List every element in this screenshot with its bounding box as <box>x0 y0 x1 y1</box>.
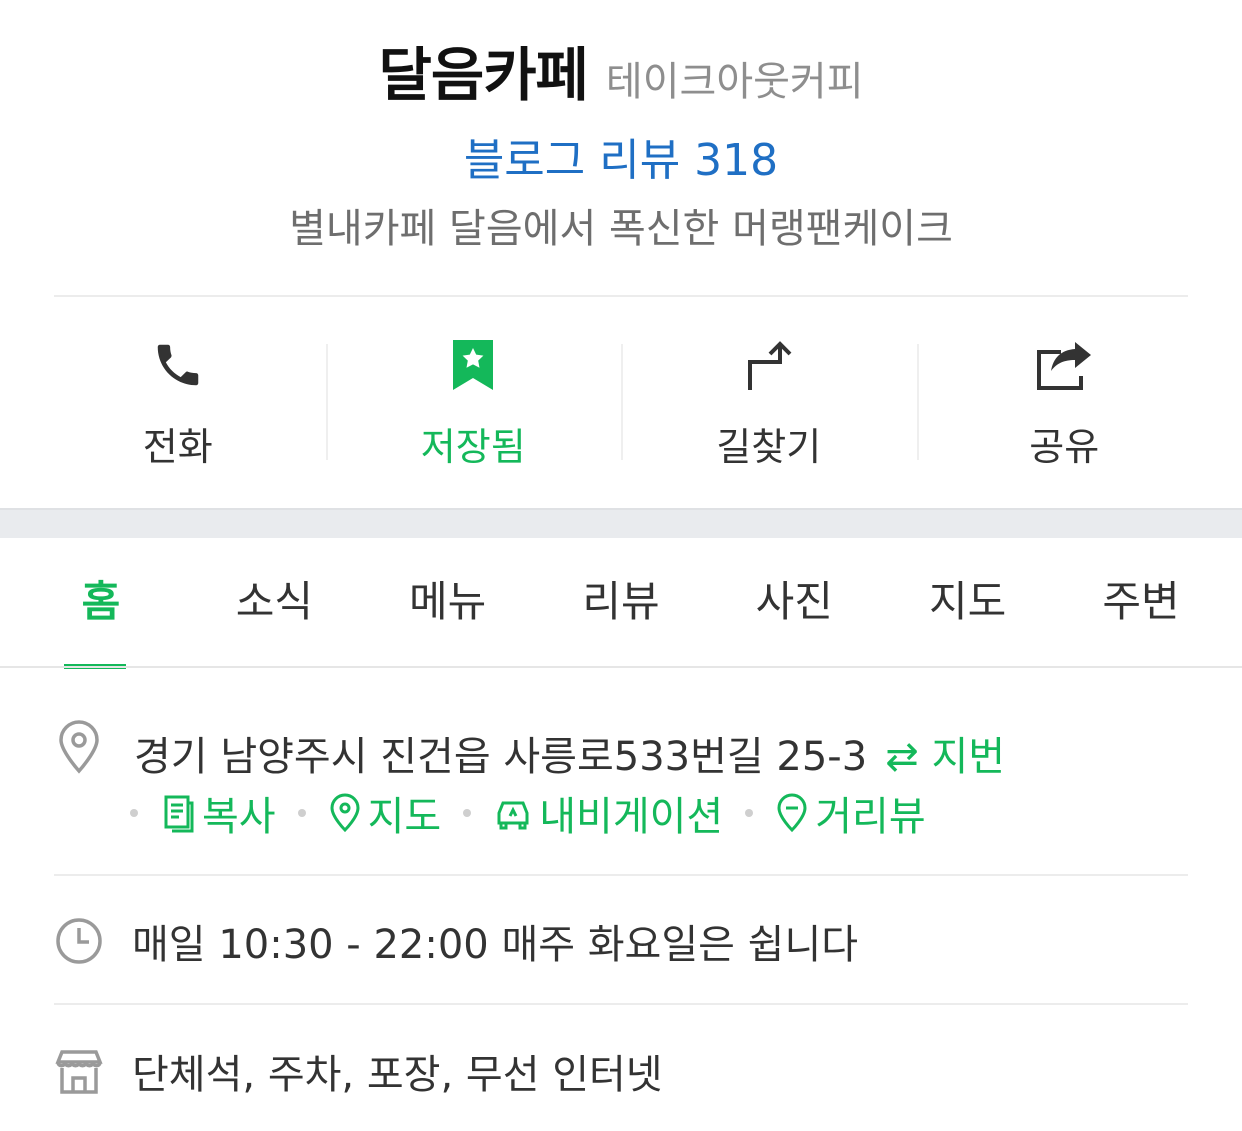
street-view-icon <box>777 793 807 833</box>
lot-address-toggle[interactable]: ⇄ 지번 <box>885 734 1005 780</box>
tab-menu[interactable]: 메뉴 <box>393 536 503 668</box>
separator-dot <box>130 809 138 817</box>
divider <box>54 1003 1188 1005</box>
car-icon <box>497 801 529 830</box>
hours-row: 매일 10:30 - 22:00 매주 화요일은 쉽니다 <box>54 912 858 970</box>
copy-icon <box>164 795 194 833</box>
section-separator <box>0 508 1242 538</box>
map-link[interactable]: 지도 <box>328 784 442 842</box>
navigation-label: 내비게이션 <box>539 794 724 840</box>
lot-address-label: 지번 <box>931 734 1006 780</box>
call-button[interactable]: 전화 <box>30 330 326 470</box>
swap-icon: ⇄ <box>885 734 919 780</box>
tab-photos[interactable]: 사진 <box>739 536 849 668</box>
call-label: 전화 <box>142 425 213 469</box>
directions-button[interactable]: 길찾기 <box>621 330 917 470</box>
amenities: 단체석, 주차, 포장, 무선 인터넷 <box>132 1052 663 1098</box>
directions-icon <box>739 338 799 392</box>
place-tagline: 별내카페 달음에서 폭신한 머랭팬케이크 <box>289 206 953 252</box>
tab-map[interactable]: 지도 <box>913 536 1023 668</box>
tab-home[interactable]: 홈 <box>46 536 156 669</box>
save-label: 저장됨 <box>420 425 526 469</box>
address-text: 경기 남양주시 진건읍 사릉로533번길 25-3 <box>134 734 868 780</box>
separator-dot <box>297 809 306 817</box>
map-label: 지도 <box>367 794 442 840</box>
street-view-label: 거리뷰 <box>815 794 926 840</box>
amenities-row: 단체석, 주차, 포장, 무선 인터넷 <box>54 1042 663 1100</box>
business-hours: 매일 10:30 - 22:00 매주 화요일은 쉽니다 <box>132 922 859 968</box>
bookmark-star-icon <box>443 338 503 392</box>
tab-news[interactable]: 소식 <box>219 536 329 668</box>
divider <box>54 874 1188 876</box>
tab-bar: 홈 소식 메뉴 리뷰 사진 지도 주변 <box>0 536 1242 669</box>
phone-icon <box>148 338 208 392</box>
copy-address-button[interactable]: 복사 <box>160 784 276 842</box>
tab-nearby[interactable]: 주변 <box>1086 536 1196 668</box>
action-bar: 전화 저장됨 길찾기 공유 <box>30 330 1212 470</box>
separator-dot <box>463 809 472 817</box>
directions-label: 길찾기 <box>716 425 822 469</box>
place-name: 달음카페 <box>378 41 588 109</box>
share-icon <box>1034 338 1094 392</box>
place-category: 테이크아웃커피 <box>605 59 864 105</box>
map-pin-icon <box>330 793 360 833</box>
share-label: 공유 <box>1029 425 1100 469</box>
blog-review-row: 블로그 리뷰 318 <box>0 124 1242 188</box>
store-icon <box>54 1044 104 1098</box>
copy-label: 복사 <box>202 794 276 840</box>
blog-review-link[interactable]: 블로그 리뷰 318 <box>464 135 778 186</box>
title-row: 달음카페 테이크아웃커피 <box>0 28 1242 112</box>
separator-dot <box>745 809 754 817</box>
street-view-link[interactable]: 거리뷰 <box>775 784 926 842</box>
save-button[interactable]: 저장됨 <box>325 330 622 470</box>
navigation-link[interactable]: 내비게이션 <box>493 784 723 842</box>
address-actions: 복사 지도 내비게이션 거리뷰 <box>130 784 948 842</box>
divider <box>54 295 1188 297</box>
clock-icon <box>54 914 104 968</box>
tab-reviews[interactable]: 리뷰 <box>566 536 676 668</box>
share-button[interactable]: 공유 <box>916 330 1213 470</box>
location-pin-icon <box>54 720 104 774</box>
tab-divider <box>0 666 1242 668</box>
